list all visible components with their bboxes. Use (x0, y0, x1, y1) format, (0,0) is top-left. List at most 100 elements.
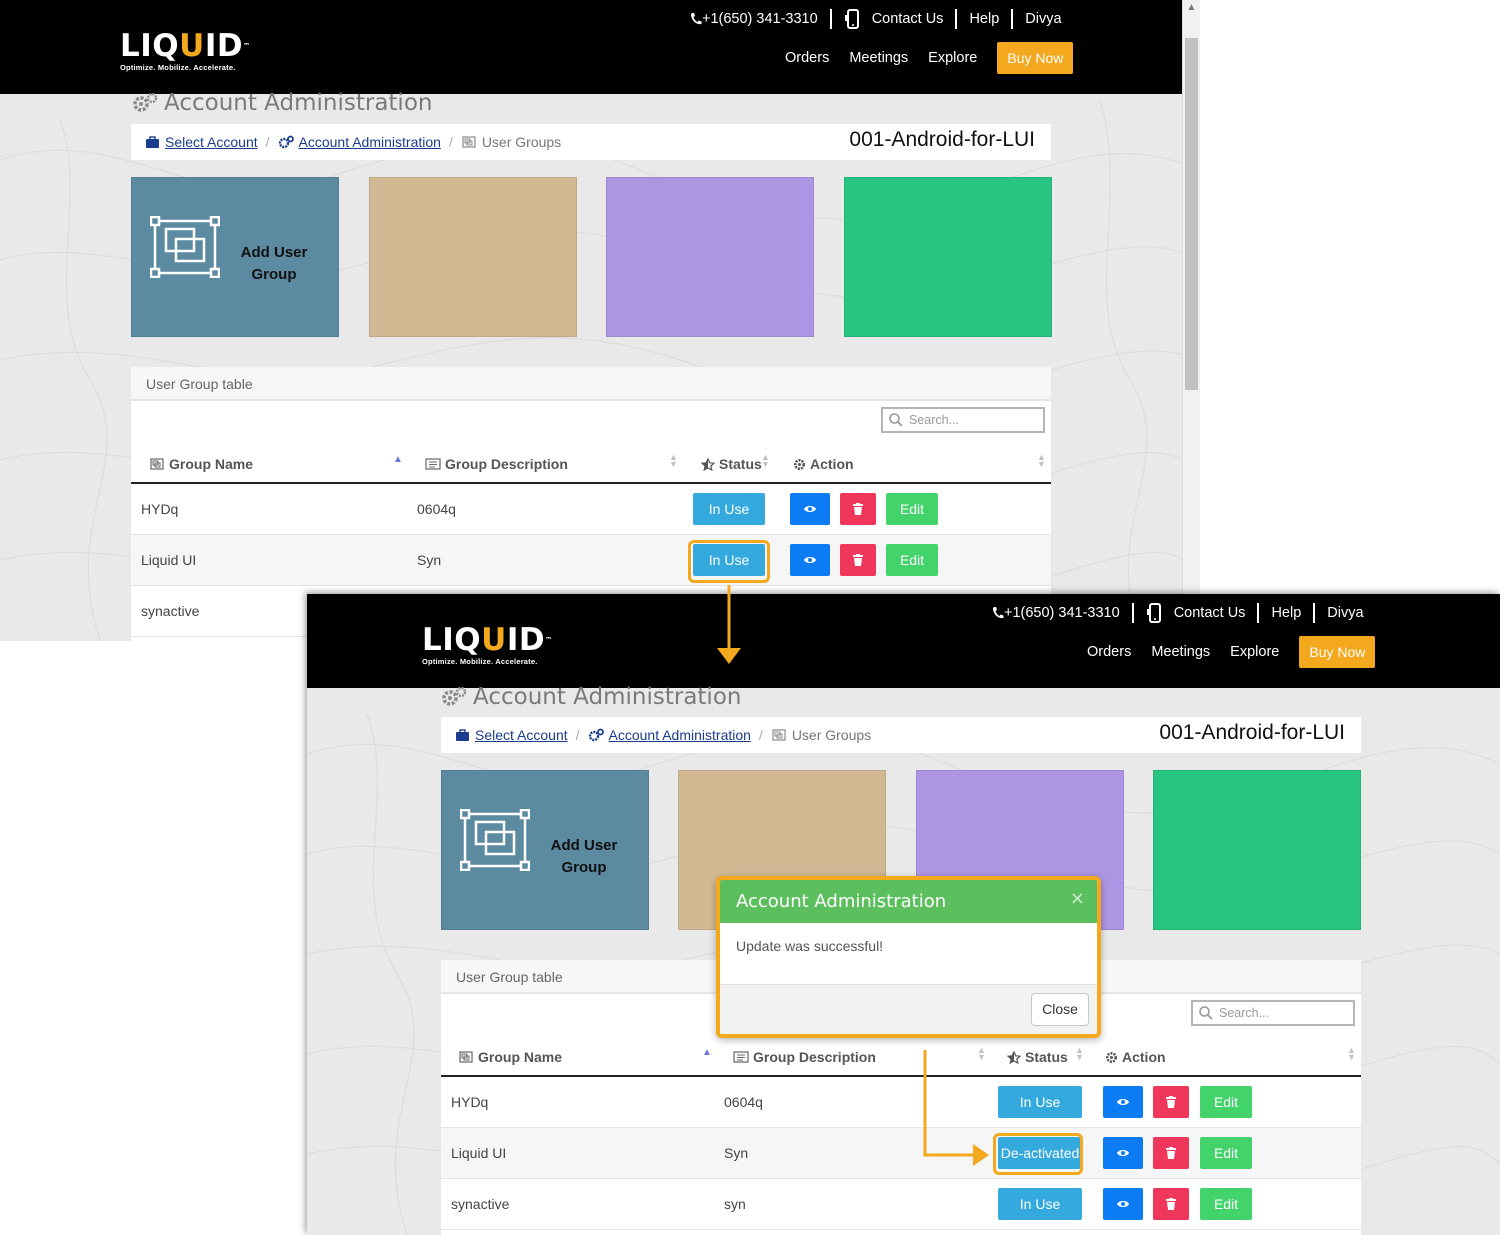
status-highlight (688, 540, 770, 583)
view-button[interactable] (790, 544, 830, 576)
col-group-name[interactable]: Group Name (458, 1049, 562, 1065)
edit-button[interactable]: Edit (1200, 1086, 1252, 1118)
status-button[interactable]: In Use (693, 493, 765, 525)
col-status[interactable]: Status (701, 456, 762, 472)
add-user-group-tile[interactable]: Add User Group (441, 770, 649, 930)
status-highlight (993, 1133, 1083, 1175)
crumb-account-administration[interactable]: Account Administration (588, 727, 751, 743)
close-button[interactable]: Close (1031, 993, 1089, 1026)
scroll-thumb[interactable] (1185, 38, 1198, 390)
user-menu[interactable]: Divya (1313, 603, 1375, 623)
phone-link[interactable]: +1(650) 341-3310 (678, 9, 830, 29)
view-button[interactable] (790, 493, 830, 525)
sort-icon[interactable]: ▲ ▼ (761, 453, 770, 469)
eye-icon (804, 506, 816, 512)
buy-now-button[interactable]: Buy Now (997, 42, 1074, 74)
nav-explore[interactable]: Explore (1230, 644, 1279, 660)
list-icon (425, 458, 441, 470)
crumb-user-groups: User Groups (461, 134, 561, 150)
nav-meetings[interactable]: Meetings (849, 50, 908, 66)
edit-button[interactable]: Edit (1200, 1188, 1252, 1220)
sort-icon[interactable]: ▲ ▼ (1075, 1046, 1084, 1062)
sort-icon[interactable]: ▲ ▼ (669, 453, 678, 469)
liquid-logo[interactable]: LIQUID™ Optimize. Mobilize. Accelerate. (120, 30, 251, 72)
nav-meetings[interactable]: Meetings (1151, 644, 1210, 660)
edit-button[interactable]: Edit (1200, 1137, 1252, 1169)
col-group-description[interactable]: Group Description (425, 456, 568, 472)
crumb-account-administration[interactable]: Account Administration (278, 134, 441, 150)
col-group-name[interactable]: Group Name (149, 456, 253, 472)
sort-icon[interactable]: ▲ ▼ (977, 1046, 986, 1062)
trash-icon (1166, 1147, 1176, 1159)
help-link[interactable]: Help (955, 9, 1011, 29)
buy-now-button[interactable]: Buy Now (1299, 636, 1376, 668)
delete-button[interactable] (840, 544, 876, 576)
group-tile[interactable] (369, 177, 577, 337)
edit-button[interactable]: Edit (886, 544, 938, 576)
gears-icon (588, 728, 604, 742)
col-status[interactable]: Status (1007, 1049, 1068, 1065)
group-tile[interactable] (1153, 770, 1361, 930)
phone-link[interactable]: +1(650) 341-3310 (980, 603, 1132, 623)
delete-button[interactable] (1153, 1086, 1189, 1118)
contact-us-link[interactable]: Contact Us (1131, 603, 1258, 623)
delete-button[interactable] (840, 493, 876, 525)
sort-icon[interactable]: ▲ ▼ (1347, 1046, 1356, 1062)
nav-explore[interactable]: Explore (928, 50, 977, 66)
group-tile[interactable] (844, 177, 1052, 337)
search-input[interactable]: Search... (881, 407, 1045, 433)
modal-header: Account Administration × (720, 880, 1097, 923)
contact-us-link[interactable]: Contact Us (829, 9, 956, 29)
eye-icon (804, 557, 816, 563)
star-half-icon (1007, 1050, 1021, 1064)
delete-button[interactable] (1153, 1137, 1189, 1169)
table-row: Liquid UI Syn De-activated Edit (441, 1128, 1361, 1179)
close-icon[interactable]: × (1070, 888, 1085, 909)
gears-icon (278, 135, 294, 149)
edit-button[interactable]: Edit (886, 493, 938, 525)
gears-icon (442, 686, 467, 706)
help-link[interactable]: Help (1257, 603, 1313, 623)
phone-icon (993, 607, 1004, 619)
nav-orders[interactable]: Orders (785, 50, 829, 66)
view-button[interactable] (1103, 1188, 1143, 1220)
screenshot-after: LIQUID™ Optimize. Mobilize. Accelerate. … (307, 594, 1500, 1235)
table-header: Group Name ▲ Group Description ▲ ▼ Status… (131, 446, 1051, 484)
crumb-select-account[interactable]: Select Account (145, 134, 258, 150)
table-row: synactive syn In Use Edit (441, 1179, 1361, 1230)
view-button[interactable] (1103, 1086, 1143, 1118)
eye-icon (1117, 1099, 1129, 1105)
crumb-user-groups: User Groups (771, 727, 871, 743)
user-groups-icon (772, 729, 786, 741)
sort-asc-icon[interactable]: ▲ (702, 1048, 712, 1058)
col-action[interactable]: Action (793, 456, 854, 472)
breadcrumb: Select Account / Account Administration … (131, 124, 1051, 160)
sort-icon[interactable]: ▲ ▼ (1037, 453, 1046, 469)
view-button[interactable] (1103, 1137, 1143, 1169)
status-button[interactable]: In Use (998, 1188, 1082, 1220)
col-group-description[interactable]: Group Description (733, 1049, 876, 1065)
page-scrollbar[interactable]: ▲ (1182, 0, 1200, 641)
sort-asc-icon[interactable]: ▲ (393, 455, 403, 465)
star-half-icon (701, 457, 715, 471)
eye-icon (1117, 1201, 1129, 1207)
status-button[interactable]: In Use (998, 1086, 1082, 1118)
delete-button[interactable] (1153, 1188, 1189, 1220)
crumb-select-account[interactable]: Select Account (455, 727, 568, 743)
trash-icon (853, 554, 863, 566)
table-row: HYDq 0604q In Use Edit (131, 484, 1051, 535)
col-action[interactable]: Action (1105, 1049, 1166, 1065)
add-user-group-tile[interactable]: Add User Group (131, 177, 339, 337)
nav-orders[interactable]: Orders (1087, 644, 1131, 660)
group-tile[interactable] (606, 177, 814, 337)
breadcrumb: Select Account / Account Administration … (441, 717, 1361, 753)
page-title: Account Administration (441, 684, 741, 710)
user-group-add-icon (150, 216, 220, 278)
modal-footer: Close (720, 985, 1097, 1034)
page-title: Account Administration (132, 90, 432, 116)
user-menu[interactable]: Divya (1011, 9, 1073, 29)
search-icon (889, 413, 903, 427)
search-input[interactable]: Search... (1191, 1000, 1355, 1026)
scroll-up-arrow-icon[interactable]: ▲ (1183, 2, 1200, 13)
liquid-logo[interactable]: LIQUID™ Optimize. Mobilize. Accelerate. (422, 624, 553, 666)
